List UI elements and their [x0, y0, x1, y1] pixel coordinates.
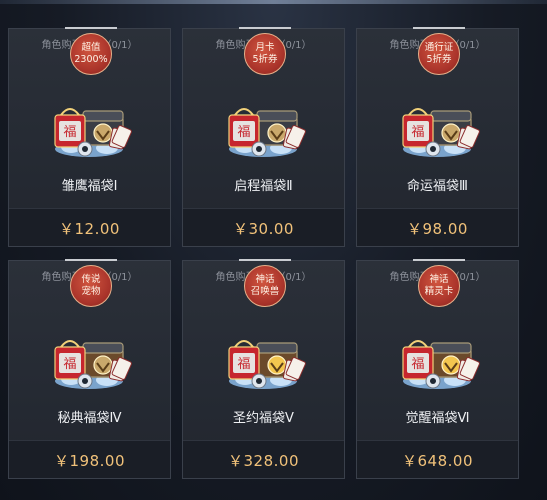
lucky-bag-card-2[interactable]: 角色购买限制（0/1） 福 月卡 5折券 启程福袋Ⅱ ￥30.00 — [182, 27, 345, 247]
lucky-bag-bundle-icon: 福 — [397, 301, 489, 401]
lucky-bag-bundle-icon: 福 — [402, 340, 480, 389]
lucky-bag-name: 觉醒福袋Ⅵ — [405, 411, 470, 426]
lucky-bag-name: 秘典福袋Ⅳ — [57, 411, 122, 426]
svg-text:福: 福 — [411, 125, 424, 140]
lucky-bag-name: 启程福袋Ⅱ — [234, 179, 293, 194]
svg-text:福: 福 — [63, 125, 76, 140]
lucky-bag-bundle-icon: 福 — [228, 108, 306, 157]
lucky-bag-card-5[interactable]: 角色购买限制（0/1） 福 神话 召唤兽 圣约福袋Ⅴ ￥328.00 — [182, 259, 345, 479]
promo-badge-line-1: 通行证 — [424, 42, 454, 53]
promo-badge-line-2: 5折券 — [426, 54, 452, 65]
promo-badge-line-1: 神话 — [429, 274, 449, 285]
promo-badge-line-2: 宠物 — [81, 286, 101, 297]
promo-badge-line-2: 5折券 — [252, 54, 278, 65]
card-top-bar — [413, 259, 465, 261]
buy-price-button[interactable]: ￥98.00 — [357, 208, 518, 246]
promo-badge-line-2: 召唤兽 — [250, 286, 280, 297]
card-top-bar — [239, 27, 291, 29]
lucky-bag-name: 雏鹰福袋Ⅰ — [61, 179, 118, 194]
card-top-bar — [239, 259, 291, 261]
lucky-bag-card-3[interactable]: 角色购买限制（0/1） 福 通行证 5折券 命运福袋Ⅲ ￥98.00 — [356, 27, 519, 247]
promo-badge-line-2: 2300% — [74, 54, 108, 65]
price-label: ￥328.00 — [228, 452, 299, 470]
promo-badge-line-2: 精灵卡 — [424, 286, 454, 297]
top-glow-line — [0, 0, 547, 4]
lucky-bag-bundle-icon: 福 — [49, 301, 141, 401]
price-label: ￥648.00 — [402, 452, 473, 470]
buy-price-button[interactable]: ￥198.00 — [9, 440, 170, 478]
promo-badge-line-1: 传说 — [81, 274, 101, 285]
promo-badge: 月卡 5折券 — [244, 33, 286, 75]
lucky-bag-bundle-icon: 福 — [49, 69, 141, 169]
price-label: ￥198.00 — [54, 452, 125, 470]
promo-badge: 超值 2300% — [70, 33, 112, 75]
price-label: ￥30.00 — [233, 220, 294, 238]
lucky-bag-card-6[interactable]: 角色购买限制（0/1） 福 神话 精灵卡 觉醒福袋Ⅵ ￥648.00 — [356, 259, 519, 479]
price-label: ￥12.00 — [59, 220, 120, 238]
buy-price-button[interactable]: ￥30.00 — [183, 208, 344, 246]
promo-badge: 神话 精灵卡 — [418, 265, 460, 307]
card-top-bar — [65, 27, 117, 29]
price-label: ￥98.00 — [407, 220, 468, 238]
buy-price-button[interactable]: ￥12.00 — [9, 208, 170, 246]
promo-badge-line-1: 超值 — [81, 42, 101, 53]
lucky-bag-bundle-icon: 福 — [402, 108, 480, 157]
lucky-bag-bundle-icon: 福 — [397, 69, 489, 169]
promo-badge-line-1: 月卡 — [255, 42, 275, 53]
lucky-bag-bundle-icon: 福 — [54, 108, 132, 157]
svg-text:福: 福 — [63, 357, 76, 372]
card-top-bar — [413, 27, 465, 29]
lucky-bag-bundle-icon: 福 — [228, 340, 306, 389]
promo-badge: 通行证 5折券 — [418, 33, 460, 75]
lucky-bag-name: 命运福袋Ⅲ — [407, 179, 468, 194]
lucky-bag-bundle-icon: 福 — [54, 340, 132, 389]
card-top-bar — [65, 259, 117, 261]
svg-text:福: 福 — [411, 357, 424, 372]
lucky-bag-bundle-icon: 福 — [223, 301, 315, 401]
lucky-bag-bundle-icon: 福 — [223, 69, 315, 169]
lucky-bag-name: 圣约福袋Ⅴ — [233, 411, 294, 426]
lucky-bag-card-4[interactable]: 角色购买限制（0/1） 福 传说 宠物 秘典福袋Ⅳ ￥198.00 — [8, 259, 171, 479]
promo-badge: 神话 召唤兽 — [244, 265, 286, 307]
svg-text:福: 福 — [237, 357, 250, 372]
lucky-bag-card-1[interactable]: 角色购买限制（0/1） 福 超值 2300% 雏鹰福袋Ⅰ ￥12.00 — [8, 27, 171, 247]
svg-text:福: 福 — [237, 125, 250, 140]
promo-badge-line-1: 神话 — [255, 274, 275, 285]
buy-price-button[interactable]: ￥648.00 — [357, 440, 518, 478]
promo-badge: 传说 宠物 — [70, 265, 112, 307]
buy-price-button[interactable]: ￥328.00 — [183, 440, 344, 478]
